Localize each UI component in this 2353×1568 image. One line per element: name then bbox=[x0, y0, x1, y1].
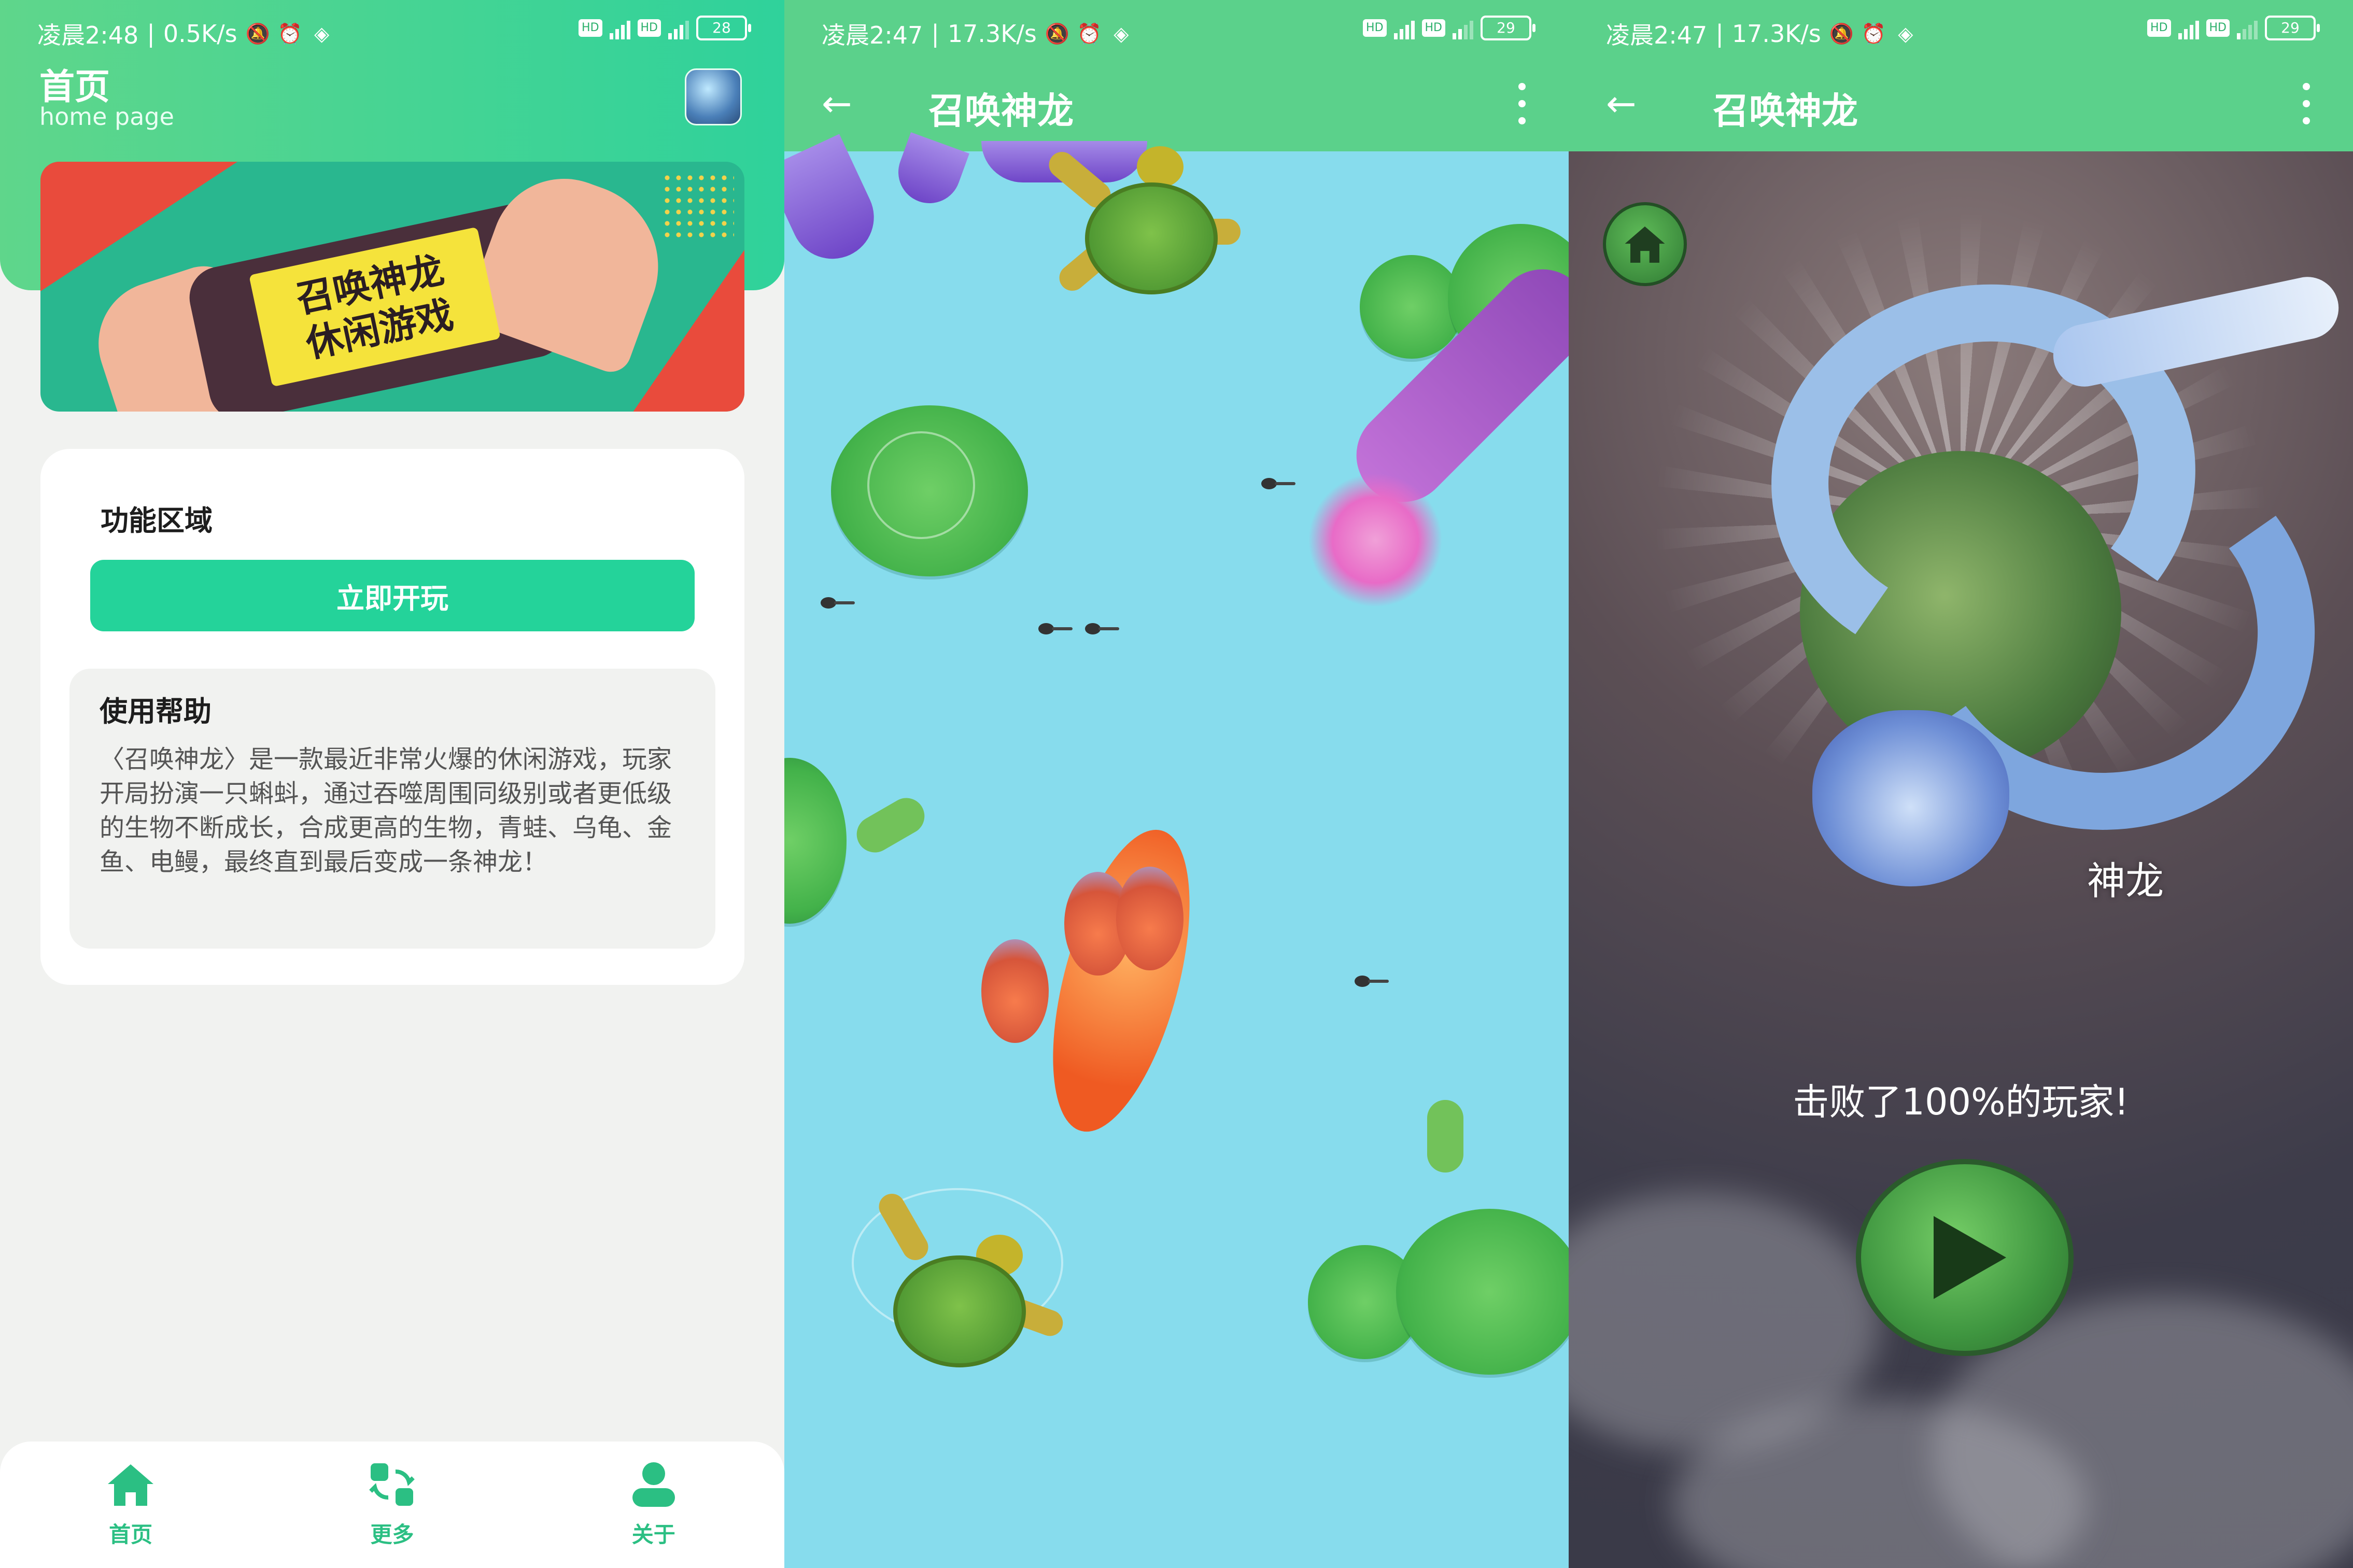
lily-pad-6 bbox=[1396, 1209, 1569, 1375]
status-separator: | bbox=[931, 20, 939, 48]
result-screen: ← 召唤神龙 凌晨2:47 | 17.3K/s 🔕 ⏰ ◈ HD HD 29 神… bbox=[1569, 0, 2353, 1568]
hd-badge-2: HD bbox=[2206, 19, 2230, 37]
page-subtitle: home page bbox=[39, 103, 174, 131]
alarm-icon: ⏰ bbox=[277, 22, 302, 45]
status-bar: 凌晨2:47 | 17.3K/s 🔕 ⏰ ◈ HD HD 29 bbox=[784, 0, 1569, 62]
banner-decor-dots bbox=[661, 172, 734, 239]
goldfish bbox=[981, 939, 1049, 1043]
status-separator: | bbox=[1715, 20, 1724, 48]
ripple bbox=[867, 431, 975, 539]
nav-item-home[interactable]: 首页 bbox=[105, 1461, 157, 1549]
section-title: 功能区域 bbox=[101, 504, 213, 537]
screenshot-composite: 凌晨2:48 | 0.5K/s 🔕 ⏰ ◈ HD HD 28 首页 home p… bbox=[0, 0, 2353, 1568]
game-canvas[interactable] bbox=[784, 132, 1569, 1568]
avatar[interactable] bbox=[685, 68, 742, 125]
mute-icon: 🔕 bbox=[1045, 22, 1070, 45]
signal-5g-icon bbox=[609, 17, 630, 39]
nav-item-more[interactable]: 更多 bbox=[366, 1461, 418, 1549]
lily-pad-4 bbox=[784, 758, 847, 924]
signal-5g-icon bbox=[1393, 17, 1415, 39]
nav-label-more: 更多 bbox=[370, 1521, 414, 1547]
status-time: 凌晨2:48 bbox=[37, 21, 139, 49]
status-separator: | bbox=[147, 20, 155, 48]
user-icon bbox=[628, 1461, 680, 1508]
arrow-left-icon[interactable]: ← bbox=[822, 83, 863, 124]
goldfish-3 bbox=[1116, 867, 1183, 970]
app-bar-title: 召唤神龙 bbox=[1713, 90, 1858, 132]
alarm-icon: ⏰ bbox=[1861, 22, 1886, 45]
battery-icon: 29 bbox=[1481, 16, 1535, 40]
help-box: 使用帮助 〈召唤神龙〉是一款最近非常火爆的休闲游戏，玩家开局扮演一只蝌蚪，通过吞… bbox=[69, 669, 715, 949]
bottom-navigation: 首页 更多 关于 bbox=[0, 1442, 784, 1568]
tadpole bbox=[821, 597, 855, 609]
status-speed: 17.3K/s bbox=[1731, 20, 1821, 48]
help-title: 使用帮助 bbox=[100, 695, 212, 728]
koi-fish bbox=[1026, 815, 1217, 1146]
tadpole-5 bbox=[1355, 976, 1389, 987]
help-body: 〈召唤神龙〉是一款最近非常火爆的休闲游戏，玩家开局扮演一只蝌蚪，通过吞噬周围同级… bbox=[100, 745, 672, 877]
hd-badge: HD bbox=[2147, 19, 2171, 37]
signal-4g-icon bbox=[2237, 17, 2258, 39]
status-speed: 0.5K/s bbox=[163, 20, 237, 48]
app-notify-icon: ◈ bbox=[314, 22, 330, 45]
dragon-claw bbox=[784, 134, 887, 273]
mute-icon: 🔕 bbox=[245, 22, 270, 45]
axolotl-gills bbox=[1308, 473, 1443, 608]
battery-icon: 29 bbox=[2265, 16, 2320, 40]
nav-label-about: 关于 bbox=[631, 1521, 675, 1547]
refresh-icon bbox=[366, 1461, 418, 1508]
hd-badge-2: HD bbox=[637, 19, 661, 37]
play-now-button[interactable]: 立即开玩 bbox=[90, 560, 695, 631]
status-bar: 凌晨2:47 | 17.3K/s 🔕 ⏰ ◈ HD HD 29 bbox=[1569, 0, 2353, 62]
home-icon bbox=[1625, 226, 1665, 263]
alarm-icon: ⏰ bbox=[1077, 22, 1102, 45]
tadpole-4 bbox=[1261, 478, 1295, 489]
tadpole-3 bbox=[1085, 623, 1119, 634]
nav-label-home: 首页 bbox=[109, 1521, 153, 1547]
nav-item-about[interactable]: 关于 bbox=[628, 1461, 680, 1549]
mute-icon: 🔕 bbox=[1829, 22, 1854, 45]
signal-5g-icon bbox=[2178, 17, 2199, 39]
home-screen: 凌晨2:48 | 0.5K/s 🔕 ⏰ ◈ HD HD 28 首页 home p… bbox=[0, 0, 784, 1568]
home-icon bbox=[105, 1461, 157, 1508]
app-notify-icon: ◈ bbox=[1898, 22, 1913, 45]
more-vert-icon[interactable] bbox=[2296, 83, 2317, 124]
lily-pad-2 bbox=[1360, 255, 1463, 359]
app-notify-icon: ◈ bbox=[1114, 22, 1129, 45]
status-speed: 17.3K/s bbox=[947, 20, 1037, 48]
hd-badge: HD bbox=[579, 19, 602, 37]
play-icon bbox=[1934, 1216, 2006, 1299]
signal-4g-icon bbox=[1453, 17, 1473, 39]
frog-2 bbox=[1427, 1100, 1463, 1173]
battery-icon: 28 bbox=[696, 16, 751, 40]
more-vert-icon[interactable] bbox=[1512, 83, 1532, 124]
status-time: 凌晨2:47 bbox=[822, 21, 923, 49]
arrow-left-icon[interactable]: ← bbox=[1606, 83, 1647, 124]
function-card: 功能区域 立即开玩 使用帮助 〈召唤神龙〉是一款最近非常火爆的休闲游戏，玩家开局… bbox=[40, 449, 744, 985]
hd-badge-2: HD bbox=[1421, 19, 1445, 37]
page-title: 首页 bbox=[39, 67, 110, 108]
status-bar: 凌晨2:48 | 0.5K/s 🔕 ⏰ ◈ HD HD 28 bbox=[0, 0, 784, 62]
banner-image[interactable]: 召唤神龙 休闲游戏 bbox=[40, 162, 744, 412]
status-time: 凌晨2:47 bbox=[1606, 21, 1708, 49]
signal-4g-icon bbox=[668, 17, 689, 39]
tadpole-2 bbox=[1038, 623, 1073, 634]
app-bar-title: 召唤神龙 bbox=[928, 90, 1074, 132]
replay-button[interactable] bbox=[1856, 1159, 2074, 1356]
home-button[interactable] bbox=[1603, 202, 1687, 286]
game-screen: ← 召唤神龙 凌晨2:47 | 17.3K/s 🔕 ⏰ ◈ HD HD 29 bbox=[784, 0, 1569, 1568]
frog bbox=[850, 791, 932, 859]
dragon-name: 神龙 bbox=[2087, 859, 2164, 903]
hd-badge: HD bbox=[1363, 19, 1387, 37]
defeat-text: 击败了100%的玩家! bbox=[1793, 1081, 2129, 1123]
